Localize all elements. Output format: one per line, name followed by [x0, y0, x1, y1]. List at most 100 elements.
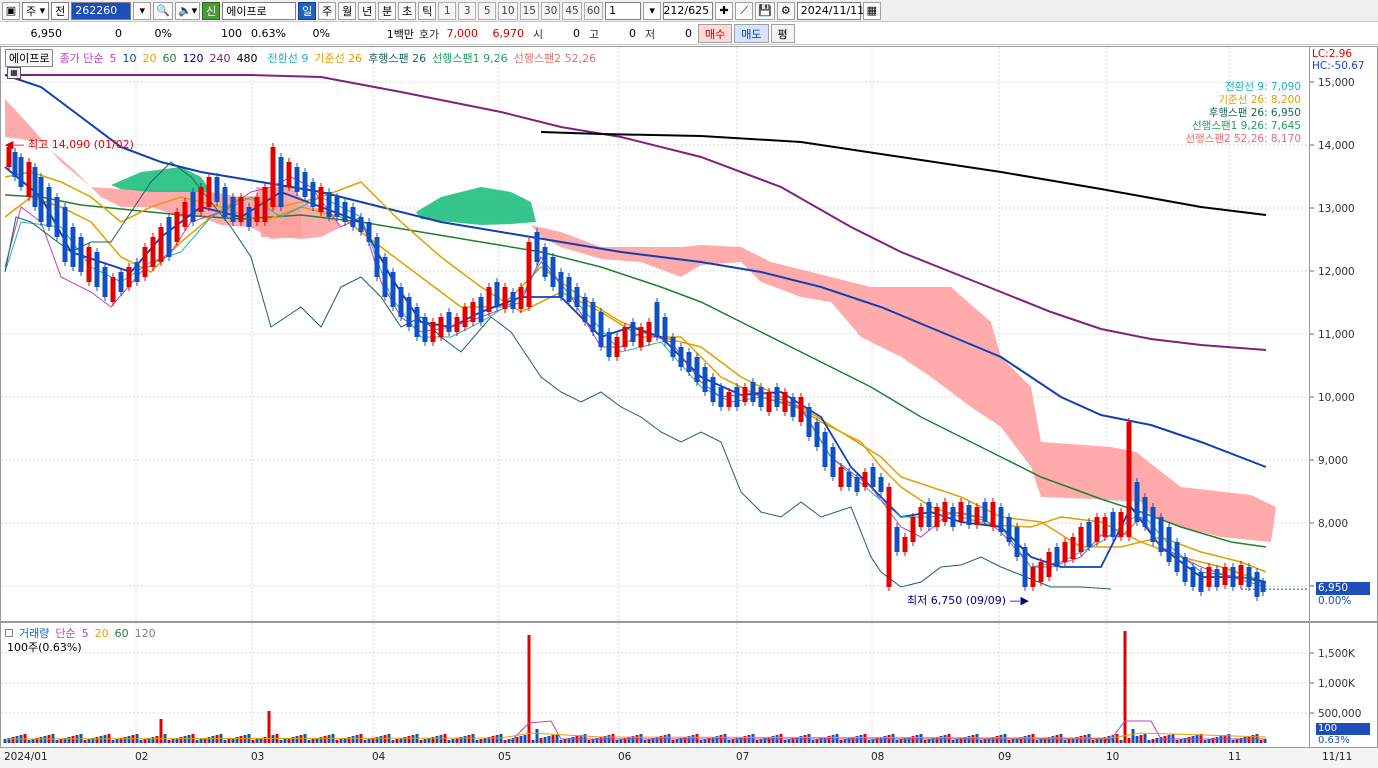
- candle-body: [1150, 507, 1156, 542]
- volume-bar: [423, 739, 427, 743]
- volume-bar: [83, 740, 87, 743]
- candle-body: [1030, 567, 1036, 587]
- candle-body: [1054, 547, 1060, 567]
- interval-30[interactable]: 30: [540, 1, 561, 20]
- code-dropdown-icon[interactable]: ▾: [133, 1, 152, 20]
- buy-button[interactable]: 매수: [698, 24, 733, 43]
- candle-body: [1014, 527, 1020, 557]
- volume-bar: [399, 738, 403, 743]
- candle-body: [1190, 567, 1196, 587]
- ma5-line: [4, 176, 1267, 588]
- date-input[interactable]: 2024/11/11: [796, 1, 864, 20]
- candle-body: [190, 192, 196, 222]
- candle-body: [1206, 567, 1212, 587]
- price-chart-pane[interactable]: 에이프로 종가 단순 5 10 20 60 120 240 480 전환선 9 …: [0, 46, 1310, 622]
- candle-body: [366, 222, 372, 242]
- candle-body: [1094, 517, 1100, 542]
- date-label: 03: [251, 751, 265, 763]
- tab-week[interactable]: 주: [318, 1, 337, 20]
- volume-bar: [483, 738, 487, 743]
- candle-body: [174, 212, 180, 242]
- period-select[interactable]: 주 ▾: [22, 1, 50, 20]
- legend-lead2: 선행스팬2 52,26: [513, 52, 597, 65]
- volume-chart-canvas[interactable]: [1, 623, 1309, 747]
- candle-body: [1110, 512, 1116, 537]
- volume-bar: [151, 737, 155, 743]
- volume-bar: [31, 739, 35, 743]
- volume-bar: [211, 736, 215, 743]
- volume-bar: [543, 737, 547, 743]
- volume-bar: [15, 736, 19, 743]
- volume-bar: [491, 736, 495, 743]
- count-dropdown-icon[interactable]: ▾: [643, 1, 662, 20]
- candle-body: [278, 157, 284, 207]
- candle-body: [246, 207, 252, 227]
- volume-bar: [1123, 631, 1127, 743]
- stock-name-field[interactable]: 에이프로: [222, 1, 297, 20]
- volume-bar: [535, 729, 539, 743]
- volume-bar: [427, 738, 431, 743]
- avg-button[interactable]: 평: [770, 24, 795, 43]
- volume-bar: [531, 740, 535, 743]
- candle-body: [294, 167, 300, 192]
- candle-body: [670, 337, 676, 357]
- volume-bar: [367, 739, 371, 743]
- interval-15[interactable]: 15: [519, 1, 539, 20]
- gear-icon[interactable]: ⚙: [776, 1, 795, 20]
- candle-body: [830, 447, 836, 477]
- candle-body: [158, 227, 164, 262]
- candle-body: [126, 267, 132, 287]
- volume-bar: [591, 739, 595, 743]
- candle-body: [918, 507, 924, 527]
- volume-bar: [731, 739, 735, 743]
- volume-bar: [1259, 740, 1263, 743]
- date-axis[interactable]: 2024/01 02 03 04 05 06 07 08 09 10 11 11…: [0, 747, 1378, 768]
- tab-year[interactable]: 년: [358, 1, 377, 20]
- volume-chart-pane[interactable]: 거래량 단순 5 20 60 120 100주(0.63%): [0, 622, 1310, 748]
- vol-ma5: 5: [81, 626, 89, 640]
- volume-bar: [1231, 740, 1235, 743]
- interval-1[interactable]: 1: [438, 1, 457, 20]
- tab-second[interactable]: 초: [398, 1, 417, 20]
- volume-axis[interactable]: 1,500K 1,000K 500,000 100 0.63%: [1310, 622, 1378, 748]
- tab-day[interactable]: 일: [298, 1, 317, 20]
- tab-tick[interactable]: 틱: [418, 1, 437, 20]
- interval-3[interactable]: 3: [458, 1, 477, 20]
- candle-body: [1086, 522, 1092, 547]
- date-label: 07: [736, 751, 750, 763]
- price-chart-canvas[interactable]: [1, 47, 1309, 621]
- tab-month[interactable]: 월: [338, 1, 357, 20]
- save-icon[interactable]: 💾: [755, 1, 775, 20]
- volume-bar: [95, 737, 99, 743]
- crosshair-icon[interactable]: ✚: [715, 1, 734, 20]
- volume-bar: [255, 739, 259, 743]
- volume-bar: [711, 737, 715, 743]
- date-label: 2024/01: [4, 751, 48, 763]
- interval-5[interactable]: 5: [478, 1, 497, 20]
- candle-body: [734, 387, 740, 407]
- interval-10[interactable]: 10: [498, 1, 518, 20]
- candle-body: [1126, 422, 1132, 537]
- interval-60[interactable]: 60: [583, 1, 604, 20]
- volume-bar: [1243, 737, 1247, 743]
- search-icon[interactable]: 🔍: [153, 1, 173, 20]
- volume-bar: [27, 740, 31, 743]
- candle-body: [1134, 482, 1140, 522]
- grid-toggle-icon[interactable]: ▦: [7, 67, 21, 79]
- mode-select[interactable]: 전: [51, 1, 70, 20]
- sell-button[interactable]: 매도: [734, 24, 769, 43]
- price-axis[interactable]: 15,000 14,000 13,000 12,000 11,000 10,000 9,00…: [1310, 46, 1378, 622]
- candle-body: [806, 407, 812, 437]
- interval-45[interactable]: 45: [562, 1, 582, 20]
- stock-code-input[interactable]: 262260: [71, 1, 132, 20]
- draw-tool-icon[interactable]: ⟋: [735, 1, 754, 20]
- candle-body: [446, 312, 452, 332]
- volume-bar: [99, 736, 103, 743]
- count-input[interactable]: 1: [605, 1, 642, 20]
- base-line: [4, 171, 1267, 583]
- speaker-icon[interactable]: 🔈▾: [174, 1, 201, 20]
- window-menu-icon[interactable]: ▣: [2, 1, 20, 20]
- tab-minute[interactable]: 분: [378, 1, 397, 20]
- calendar-icon[interactable]: ▦: [862, 1, 881, 20]
- volume-bar: [71, 736, 75, 743]
